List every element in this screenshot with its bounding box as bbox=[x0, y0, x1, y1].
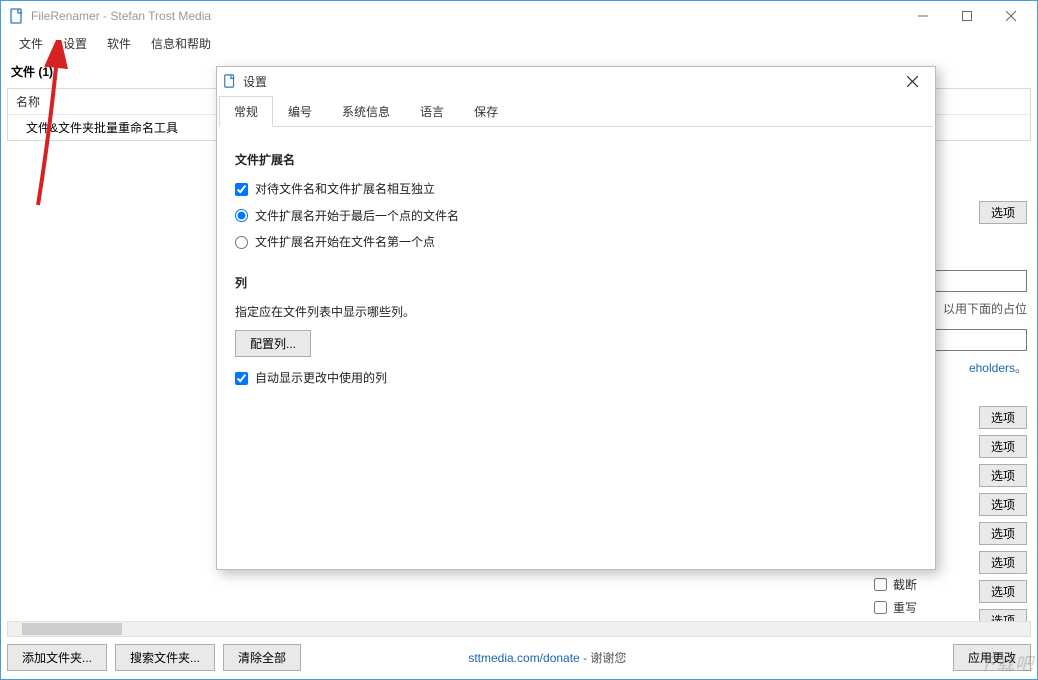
dialog-icon bbox=[223, 74, 237, 88]
radio-label: 文件扩展名开始于最后一个点的文件名 bbox=[255, 205, 459, 228]
checkbox-input[interactable] bbox=[235, 183, 248, 196]
menu-software[interactable]: 软件 bbox=[97, 32, 141, 55]
tab-sysinfo[interactable]: 系统信息 bbox=[327, 96, 405, 127]
watermark: 下载吧 bbox=[977, 650, 1034, 676]
menubar: 文件 设置 软件 信息和帮助 bbox=[1, 31, 1037, 55]
checkbox-label: 重写 bbox=[893, 599, 917, 616]
scrollbar-thumb[interactable] bbox=[22, 623, 122, 635]
option-button[interactable]: 选项 bbox=[979, 464, 1027, 487]
add-folder-button[interactable]: 添加文件夹... bbox=[7, 644, 107, 671]
tab-general[interactable]: 常规 bbox=[219, 96, 273, 127]
dialog-titlebar: 设置 bbox=[217, 67, 935, 95]
checkbox-label: 自动显示更改中使用的列 bbox=[255, 367, 387, 390]
radio-ext-last-dot[interactable]: 文件扩展名开始于最后一个点的文件名 bbox=[235, 205, 917, 228]
right-checkboxes: 截断 重写 bbox=[874, 573, 917, 619]
option-button[interactable]: 选项 bbox=[979, 551, 1027, 574]
settings-dialog: 设置 常规 编号 系统信息 语言 保存 文件扩展名 对待文件名和文件扩展名相互独… bbox=[216, 66, 936, 570]
tab-language[interactable]: 语言 bbox=[405, 96, 459, 127]
minimize-button[interactable] bbox=[901, 2, 945, 30]
section-title-columns: 列 bbox=[235, 272, 917, 295]
clear-all-button[interactable]: 清除全部 bbox=[223, 644, 301, 671]
menu-file[interactable]: 文件 bbox=[9, 32, 53, 55]
option-button[interactable]: 选项 bbox=[979, 435, 1027, 458]
option-button[interactable]: 选项 bbox=[979, 493, 1027, 516]
window-controls bbox=[901, 2, 1033, 30]
window-title: FileRenamer - Stefan Trost Media bbox=[31, 9, 901, 23]
menu-settings[interactable]: 设置 bbox=[53, 32, 97, 55]
radio-input[interactable] bbox=[235, 236, 248, 249]
side-text-input-2[interactable] bbox=[927, 329, 1027, 351]
option-button[interactable]: 选项 bbox=[979, 580, 1027, 603]
dialog-tabs: 常规 编号 系统信息 语言 保存 bbox=[219, 95, 933, 127]
tab-numbering[interactable]: 编号 bbox=[273, 96, 327, 127]
checkbox-label: 截断 bbox=[893, 576, 917, 593]
checkbox-label: 对待文件名和文件扩展名相互独立 bbox=[255, 178, 435, 201]
placeholders-link[interactable]: eholders bbox=[969, 361, 1015, 375]
app-icon bbox=[9, 8, 25, 24]
dialog-body: 文件扩展名 对待文件名和文件扩展名相互独立 文件扩展名开始于最后一个点的文件名 … bbox=[217, 127, 935, 410]
checkbox-truncate[interactable]: 截断 bbox=[874, 573, 917, 596]
checkbox-input[interactable] bbox=[235, 372, 248, 385]
radio-input[interactable] bbox=[235, 209, 248, 222]
radio-label: 文件扩展名开始在文件名第一个点 bbox=[255, 231, 435, 254]
maximize-button[interactable] bbox=[945, 2, 989, 30]
dialog-title: 设置 bbox=[243, 73, 895, 90]
donate-link[interactable]: sttmedia.com/donate bbox=[468, 651, 579, 665]
menu-help[interactable]: 信息和帮助 bbox=[141, 32, 221, 55]
radio-ext-first-dot[interactable]: 文件扩展名开始在文件名第一个点 bbox=[235, 231, 917, 254]
checkbox-auto-columns[interactable]: 自动显示更改中使用的列 bbox=[235, 367, 917, 390]
thanks-text: - 谢谢您 bbox=[580, 651, 627, 665]
dialog-close-button[interactable] bbox=[895, 69, 929, 93]
tab-save[interactable]: 保存 bbox=[459, 96, 513, 127]
search-files-button[interactable]: 搜索文件夹... bbox=[115, 644, 215, 671]
option-button[interactable]: 选项 bbox=[979, 201, 1027, 224]
columns-description: 指定应在文件列表中显示哪些列。 bbox=[235, 301, 917, 324]
horizontal-scrollbar[interactable] bbox=[7, 621, 1031, 637]
footer-text: sttmedia.com/donate - 谢谢您 bbox=[468, 649, 626, 666]
titlebar: FileRenamer - Stefan Trost Media bbox=[1, 1, 1037, 31]
side-text-input[interactable] bbox=[927, 270, 1027, 292]
close-button[interactable] bbox=[989, 2, 1033, 30]
configure-columns-button[interactable]: 配置列... bbox=[235, 330, 311, 357]
option-button[interactable]: 选项 bbox=[979, 406, 1027, 429]
checkbox-rewrite[interactable]: 重写 bbox=[874, 596, 917, 619]
section-title-extension: 文件扩展名 bbox=[235, 149, 917, 172]
checkbox-independent-ext[interactable]: 对待文件名和文件扩展名相互独立 bbox=[235, 178, 917, 201]
option-button[interactable]: 选项 bbox=[979, 522, 1027, 545]
bottom-bar: 添加文件夹... 搜索文件夹... 清除全部 sttmedia.com/dona… bbox=[7, 644, 1031, 671]
